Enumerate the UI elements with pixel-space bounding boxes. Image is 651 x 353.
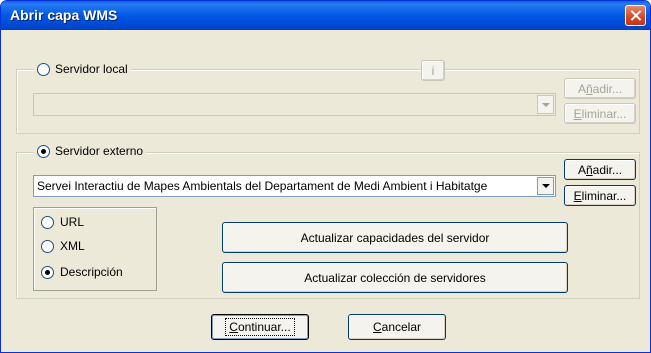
close-icon[interactable] (625, 5, 646, 26)
local-remove-button[interactable]: Eliminar... (564, 103, 636, 124)
chevron-down-icon[interactable] (537, 177, 554, 195)
local-server-radio[interactable]: Servidor local (34, 62, 131, 76)
window-title: Abrir capa WMS (10, 7, 118, 23)
cancel-button[interactable]: Cancelar (348, 314, 446, 340)
chevron-down-icon[interactable] (537, 95, 554, 114)
local-server-separator (239, 69, 419, 70)
info-button[interactable]: i (421, 60, 445, 81)
option-xml-radio[interactable] (41, 239, 54, 253)
external-add-button[interactable]: Añadir... (564, 159, 636, 180)
local-server-separator-right (449, 69, 557, 70)
external-remove-button[interactable]: Eliminar... (564, 185, 636, 206)
option-url-label: URL (60, 215, 85, 229)
local-server-label: Servidor local (55, 62, 128, 76)
update-capabilities-button[interactable]: Actualizar capacidades del servidor (222, 222, 568, 253)
title-bar[interactable]: Abrir capa WMS (1, 1, 650, 30)
option-xml-label: XML (60, 239, 85, 253)
option-description-radio[interactable] (41, 265, 54, 279)
external-server-combo[interactable]: Servei Interactiu de Mapes Ambientals de… (33, 175, 556, 197)
update-collection-button[interactable]: Actualizar colección de servidores (222, 262, 568, 293)
continue-button[interactable]: Continuar... (211, 314, 309, 340)
option-description-label: Descripción (60, 265, 123, 279)
local-add-button[interactable]: Añadir... (564, 78, 636, 99)
external-server-radio-button[interactable] (37, 144, 50, 158)
local-server-radio-button[interactable] (37, 62, 50, 76)
dialog-window: Abrir capa WMS Servidor local i Añadir..… (0, 0, 651, 353)
option-description[interactable]: Descripción (41, 265, 123, 279)
external-server-label: Servidor externo (55, 144, 144, 158)
external-server-radio[interactable]: Servidor externo (34, 144, 147, 158)
option-url[interactable]: URL (41, 215, 84, 229)
external-server-combo-value: Servei Interactiu de Mapes Ambientals de… (37, 179, 488, 193)
option-xml[interactable]: XML (41, 239, 85, 253)
local-server-combo[interactable] (33, 93, 556, 116)
option-url-radio[interactable] (41, 215, 54, 229)
